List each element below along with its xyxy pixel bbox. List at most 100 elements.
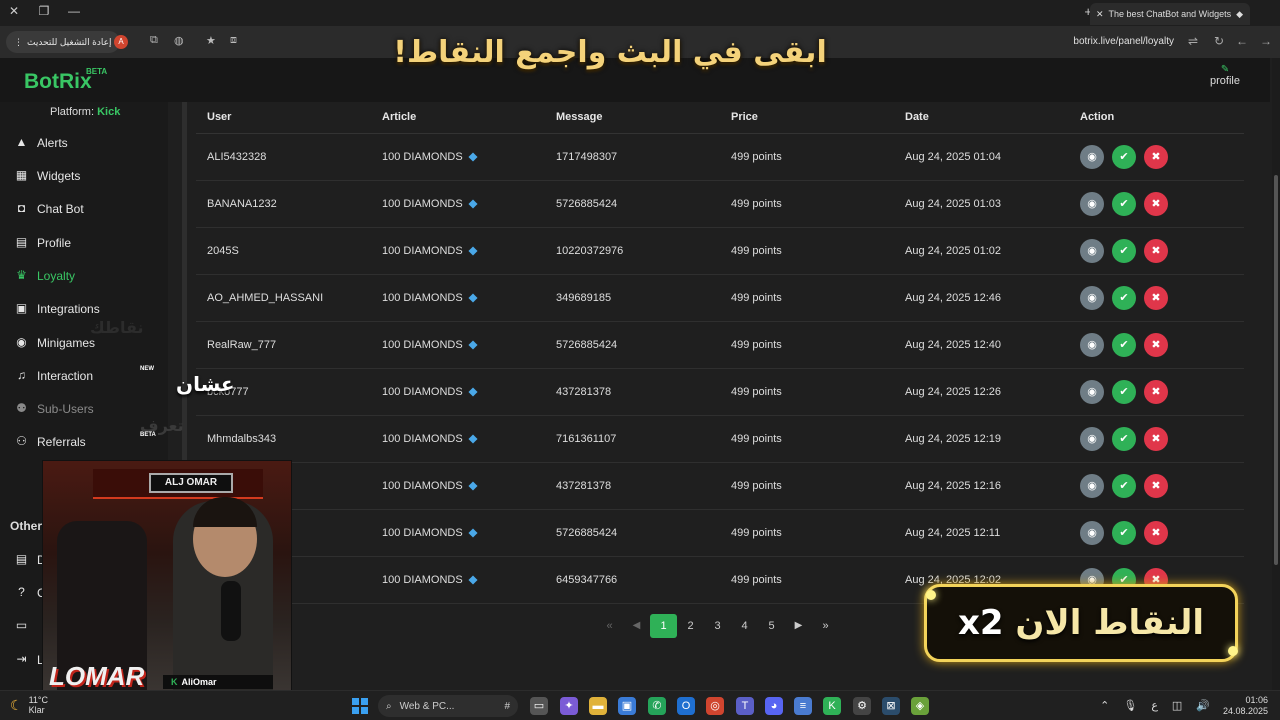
page-button-1[interactable]: 1 [650,614,677,638]
sidebar-item-referrals[interactable]: ⚇ Referrals [14,434,86,449]
capture-app-icon[interactable]: ⊠ [882,697,900,715]
microphone-icon[interactable]: 🎙 [1123,699,1137,712]
first-page-icon[interactable]: « [596,614,623,638]
outlook-icon[interactable]: O [677,697,695,715]
minimize-window-icon[interactable]: — [64,4,84,18]
reject-x-icon[interactable]: ✖ [1144,380,1168,404]
reject-x-icon[interactable]: ✖ [1144,427,1168,451]
approve-check-icon[interactable]: ✔ [1112,145,1136,169]
kick-app-icon[interactable]: K [823,697,841,715]
approve-check-icon[interactable]: ✔ [1112,286,1136,310]
sidebar-item-chat-bot[interactable]: ◘ Chat Bot [14,201,84,216]
page-button-5[interactable]: 5 [758,614,785,638]
profile-link[interactable]: ✎ profile [1210,64,1240,87]
botrix-logo[interactable]: BotRix [24,70,92,94]
language-indicator[interactable]: ع [1151,699,1158,712]
view-eye-icon[interactable]: ◉ [1080,286,1104,310]
windows-start-icon[interactable] [352,698,368,714]
close-window-icon[interactable]: ✕ [4,4,24,18]
page-scrollbar-thumb[interactable] [1274,175,1278,565]
settings-gear-icon[interactable]: ⚙ [853,697,871,715]
sidebar-item-interaction[interactable]: ♫ Interaction [14,368,93,383]
task-view-icon[interactable]: ▭ [530,697,548,715]
translate-icon[interactable]: ⧈ [230,34,237,47]
globe-icon[interactable]: ◍ [174,34,184,47]
sidebar-item-minigames[interactable]: ◉ Minigames [14,335,95,350]
reject-x-icon[interactable]: ✖ [1144,521,1168,545]
chrome-icon[interactable]: ◎ [706,697,724,715]
diamond-icon [468,481,478,491]
sidebar-item-alerts[interactable]: ▲ Alerts [14,135,68,150]
copilot-icon[interactable]: ✦ [560,697,578,715]
notepad-icon[interactable]: ≡ [794,697,812,715]
weather-widget[interactable]: ☾ 11°C Klar [10,695,48,715]
approve-check-icon[interactable]: ✔ [1112,333,1136,357]
chevron-up-icon[interactable]: ⌃ [1100,699,1109,712]
sidebar-other-item-4[interactable]: ⇥ L [14,652,43,667]
view-eye-icon[interactable]: ◉ [1080,474,1104,498]
page-button-3[interactable]: 3 [704,614,731,638]
sidebar-item-widgets[interactable]: ▦ Widgets [14,168,81,183]
restore-window-icon[interactable]: ❐ [34,4,54,18]
profile-avatar[interactable]: A [114,35,128,49]
webcam-microphone [221,581,241,641]
reload-icon[interactable]: ↻ [1214,34,1224,48]
taskbar-clock[interactable]: 01:06 24.08.2025 [1223,695,1268,717]
store-icon[interactable]: ▣ [618,697,636,715]
prev-page-icon[interactable]: ◀ [623,614,650,638]
view-eye-icon[interactable]: ◉ [1080,521,1104,545]
last-page-icon[interactable]: » [812,614,839,638]
reject-x-icon[interactable]: ✖ [1144,286,1168,310]
next-page-icon[interactable]: ▶ [785,614,812,638]
url-field[interactable]: botrix.live/panel/loyalty [1073,36,1174,47]
sidebar-item-sub-users[interactable]: ⚉ Sub-Users [14,401,94,416]
approve-check-icon[interactable]: ✔ [1112,380,1136,404]
approve-check-icon[interactable]: ✔ [1112,474,1136,498]
cell-article: 100 DIAMONDS [382,339,478,351]
browser-tab[interactable]: ✕ The best ChatBot and Widgets ◆ [1090,3,1250,25]
view-eye-icon[interactable]: ◉ [1080,145,1104,169]
view-eye-icon[interactable]: ◉ [1080,239,1104,263]
reject-x-icon[interactable]: ✖ [1144,192,1168,216]
bookmark-star-icon[interactable]: ★ [206,34,216,47]
approve-check-icon[interactable]: ✔ [1112,521,1136,545]
teams-icon[interactable]: T [736,697,754,715]
sparkle-icon [926,590,936,600]
close-tab-icon[interactable]: ✕ [1096,9,1104,20]
discord-icon[interactable]: ◕ [765,697,783,715]
page-button-4[interactable]: 4 [731,614,758,638]
view-eye-icon[interactable]: ◉ [1080,192,1104,216]
sidebar-other-item-2[interactable]: ? C [14,585,46,600]
extensions-icon[interactable]: ⧉ [150,34,158,47]
whatsapp-icon[interactable]: ✆ [648,697,666,715]
file-explorer-icon[interactable]: ▬ [589,697,607,715]
network-icon[interactable]: ◫ [1172,699,1182,712]
page-button-2[interactable]: 2 [677,614,704,638]
reject-x-icon[interactable]: ✖ [1144,333,1168,357]
reject-x-icon[interactable]: ✖ [1144,239,1168,263]
approve-check-icon[interactable]: ✔ [1112,427,1136,451]
back-icon[interactable]: → [1260,34,1272,48]
sidebar-item-loyalty[interactable]: ♛ Loyalty [14,268,75,283]
forward-icon[interactable]: ← [1236,34,1248,48]
cell-message: 437281378 [556,480,612,492]
sidebar-other-item-3[interactable]: ▭ [14,618,37,633]
monitor-icon: ▭ [15,618,28,632]
approve-check-icon[interactable]: ✔ [1112,239,1136,263]
diamond-icon [468,246,478,256]
reject-x-icon[interactable]: ✖ [1144,474,1168,498]
restart-to-update-button[interactable]: ⋮ إعادة التشغيل للتحديث [6,31,120,53]
reject-x-icon[interactable]: ✖ [1144,145,1168,169]
site-settings-icon[interactable]: ⇌ [1188,34,1198,48]
view-eye-icon[interactable]: ◉ [1080,333,1104,357]
cell-date: Aug 24, 2025 12:46 [905,292,1002,304]
sidebar-other-item-1[interactable]: ▤ D [14,552,46,567]
taskbar-search[interactable]: ⌕ Web & PC... # [378,695,518,717]
layers-app-icon[interactable]: ◈ [911,697,929,715]
approve-check-icon[interactable]: ✔ [1112,192,1136,216]
sidebar-item-profile[interactable]: ▤ Profile [14,235,71,250]
volume-icon[interactable]: 🔊 [1196,699,1210,712]
view-eye-icon[interactable]: ◉ [1080,380,1104,404]
view-eye-icon[interactable]: ◉ [1080,427,1104,451]
sidebar-item-integrations[interactable]: ▣ Integrations [14,301,100,316]
